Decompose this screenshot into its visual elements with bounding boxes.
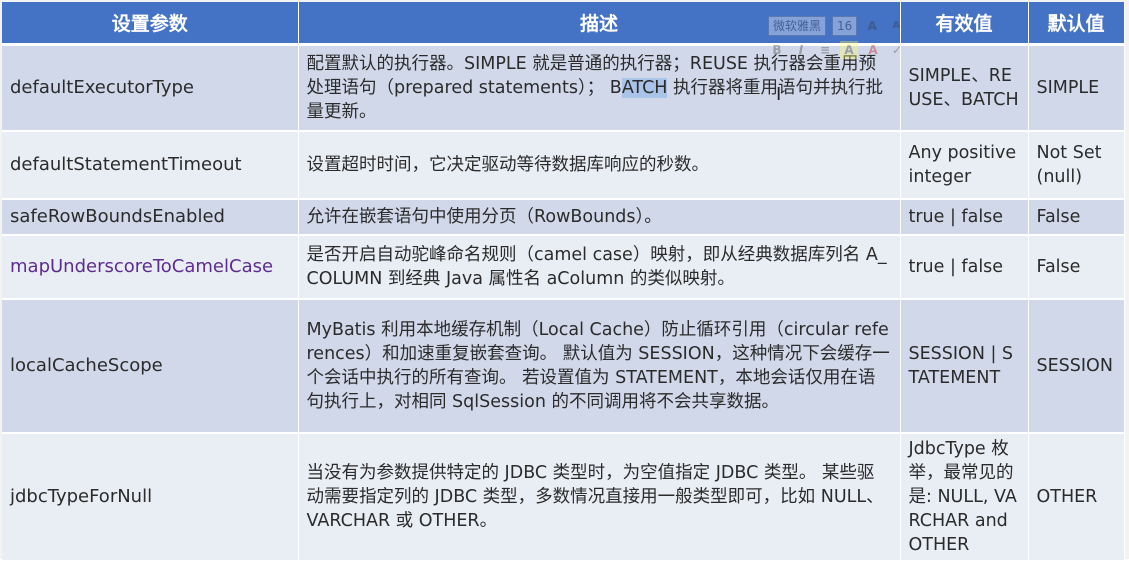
table-row: defaultStatementTimeout 设置超时时间，它决定驱动等待数据… bbox=[2, 130, 1125, 200]
shrink-font-icon[interactable]: A bbox=[887, 17, 905, 35]
param-cell: defaultStatementTimeout bbox=[2, 130, 299, 200]
floating-format-toolbar[interactable]: 微软雅黑 16 A A B I ≡ A A ✓ bbox=[768, 14, 1018, 70]
table-row: jdbcTypeForNull 当没有为参数提供特定的 JDBC 类型时，为空值… bbox=[2, 432, 1125, 562]
param-cell: defaultExecutorType bbox=[2, 44, 299, 132]
default-value-cell: OTHER bbox=[1028, 432, 1125, 562]
valid-values-cell: SESSION | STATEMENT bbox=[900, 298, 1029, 434]
table-row: localCacheScope MyBatis 利用本地缓存机制（Local C… bbox=[2, 298, 1125, 434]
header-default-value: 默认值 bbox=[1028, 2, 1125, 46]
table-row: mapUnderscoreToCamelCase 是否开启自动驼峰命名规则（ca… bbox=[2, 234, 1125, 300]
description-cell: 是否开启自动驼峰命名规则（camel case）映射，即从经典数据库列名 A_C… bbox=[298, 234, 901, 300]
font-size-select[interactable]: 16 bbox=[832, 16, 858, 36]
default-value-cell: SESSION bbox=[1028, 298, 1125, 434]
description-cell: 允许在嵌套语句中使用分页（RowBounds）。 bbox=[298, 198, 901, 236]
valid-values-cell: true | false bbox=[900, 234, 1029, 300]
selected-text[interactable]: ATCH bbox=[621, 77, 668, 98]
bold-icon[interactable]: B bbox=[768, 41, 786, 59]
italic-icon[interactable]: I bbox=[792, 41, 810, 59]
valid-values-cell: JdbcType 枚举，最常见的是: NULL, VARCHAR and OTH… bbox=[900, 432, 1029, 562]
param-cell: localCacheScope bbox=[2, 298, 299, 434]
default-value-cell: Not Set (null) bbox=[1028, 130, 1125, 200]
param-cell: safeRowBoundsEnabled bbox=[2, 198, 299, 236]
settings-table: 设置参数 描述 有效值 默认值 defaultExecutorType 配置默认… bbox=[2, 2, 1125, 562]
highlight-icon[interactable]: A bbox=[840, 41, 858, 59]
align-icon[interactable]: ≡ bbox=[816, 41, 834, 59]
header-param: 设置参数 bbox=[2, 2, 299, 46]
font-color-icon[interactable]: A bbox=[864, 41, 882, 59]
font-name-select[interactable]: 微软雅黑 bbox=[768, 16, 827, 36]
default-value-cell: False bbox=[1028, 234, 1125, 300]
valid-values-cell: Any positive integer bbox=[900, 130, 1029, 200]
description-cell: 设置超时时间，它决定驱动等待数据库响应的秒数。 bbox=[298, 130, 901, 200]
param-cell: jdbcTypeForNull bbox=[2, 432, 299, 562]
format-painter-icon[interactable]: ✓ bbox=[888, 41, 906, 59]
param-cell: mapUnderscoreToCamelCase bbox=[2, 234, 299, 300]
description-cell: 当没有为参数提供特定的 JDBC 类型时，为空值指定 JDBC 类型。 某些驱动… bbox=[298, 432, 901, 562]
default-value-cell: False bbox=[1028, 198, 1125, 236]
document-frame: 设置参数 描述 有效值 默认值 defaultExecutorType 配置默认… bbox=[0, 0, 1129, 562]
description-cell: MyBatis 利用本地缓存机制（Local Cache）防止循环引用（circ… bbox=[298, 298, 901, 434]
text-cursor-icon: I bbox=[776, 84, 782, 105]
valid-values-cell: true | false bbox=[900, 198, 1029, 236]
default-value-cell: SIMPLE bbox=[1028, 44, 1125, 132]
grow-font-icon[interactable]: A bbox=[863, 17, 881, 35]
table-row: safeRowBoundsEnabled 允许在嵌套语句中使用分页（RowBou… bbox=[2, 198, 1125, 236]
